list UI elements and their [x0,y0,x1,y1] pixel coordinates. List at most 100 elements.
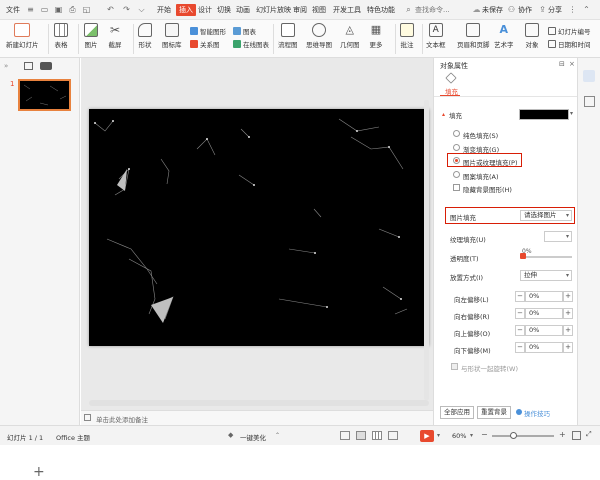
mindmap-button[interactable]: 思维导图 [306,23,332,49]
rotate-with-shape-checkbox[interactable] [451,363,458,370]
offset-left-minus[interactable]: − [515,291,525,302]
properties-icon[interactable] [583,70,595,82]
zoom-dropdown-icon[interactable]: ▾ [470,432,473,439]
texture-fill-select[interactable] [544,231,572,242]
preview-icon[interactable]: ◱ [82,5,91,14]
pin-icon[interactable]: ⊟ [559,60,565,68]
notes-area[interactable]: 单击此处添加备注 [81,410,433,425]
icon-library-button[interactable]: 图标库 [162,23,182,49]
offset-up-input[interactable]: 0% [525,325,563,336]
menu-dropdown-icon[interactable]: ≡ [26,5,35,14]
screenshot-button[interactable]: ✂ 截屏 [108,23,122,49]
more-icon[interactable]: ⋮ [568,5,577,14]
offset-up-minus[interactable]: − [515,325,525,336]
section-collapse-icon[interactable]: ▴ [442,111,445,118]
tab-developer[interactable]: 开发工具 [333,5,361,15]
zoom-slider-knob[interactable] [510,432,517,439]
collapse-panel-icon[interactable]: » [4,62,8,70]
slide[interactable] [89,109,429,346]
add-slide-icon[interactable]: + [33,464,45,480]
offset-right-plus[interactable]: + [563,308,573,319]
collapse-ribbon-icon[interactable]: ⌃ [582,5,591,14]
menu-file[interactable]: 文件 [6,5,20,15]
undo-icon[interactable]: ↶ [106,5,115,14]
redo-icon[interactable]: ↷ [122,5,131,14]
new-slide-button[interactable]: 新建幻灯片 [6,23,39,49]
slide-thumbnail[interactable] [18,79,71,111]
textbox-button[interactable]: A 文本框 [426,23,446,49]
fill-bucket-icon[interactable] [445,72,457,84]
object-button[interactable]: 对象 [525,23,539,49]
format-painter-icon[interactable]: ⌵ [137,5,146,14]
search-command[interactable]: 查找命令... [415,5,450,15]
tab-features[interactable]: 特色功能 [367,5,395,15]
table-button[interactable]: 表格 [54,23,68,49]
transparency-slider-knob[interactable] [520,253,526,259]
relation-graph-button[interactable]: 关系图 [190,39,220,49]
save-icon[interactable]: ▣ [54,5,63,14]
chart-button[interactable]: 图表 [233,26,256,36]
tab-view[interactable]: 视图 [312,5,326,15]
search-icon[interactable]: ⌕ [404,5,413,14]
radio-picture-fill[interactable] [453,157,460,164]
folder-icon[interactable]: ▭ [40,5,49,14]
vertical-scrollbar[interactable] [424,100,429,400]
slide-number-button[interactable]: 幻灯片编号 [548,26,591,36]
tab-transition[interactable]: 切换 [217,5,231,15]
share-button[interactable]: 分享 [548,5,562,15]
wordart-button[interactable]: A 艺术字 [494,23,514,49]
smart-graphic-button[interactable]: 智能图形 [190,26,226,36]
offset-right-minus[interactable]: − [515,308,525,319]
zoom-out-icon[interactable]: − [481,430,488,439]
chevron-up-icon[interactable]: ⌃ [275,432,280,439]
flowchart-button[interactable]: 流程图 [278,23,298,49]
offset-down-input[interactable]: 0% [525,342,563,353]
transparency-slider[interactable] [520,253,572,259]
tab-animation[interactable]: 动画 [236,5,250,15]
shape-button[interactable]: 形状 [138,23,152,49]
placement-select[interactable]: 拉伸 [520,270,572,281]
radio-gradient-fill[interactable] [453,144,460,151]
fullscreen-icon[interactable]: ⤢ [586,430,592,439]
picture-fill-select[interactable]: 请选择图片 [520,210,572,221]
horizontal-scrollbar[interactable] [89,400,429,406]
offset-up-plus[interactable]: + [563,325,573,336]
play-options-icon[interactable]: ▾ [437,432,440,439]
header-footer-button[interactable]: 页眉和页脚 [457,23,490,49]
selection-pane-icon[interactable] [584,96,595,107]
apply-all-button[interactable]: 全部应用 [440,406,474,419]
unsaved-status[interactable]: 未保存 [482,5,503,15]
chevron-down-icon[interactable]: ▾ [570,110,573,117]
close-icon[interactable]: × [569,60,575,68]
offset-left-plus[interactable]: + [563,291,573,302]
offset-right-input[interactable]: 0% [525,308,563,319]
notes-toggle-icon[interactable] [340,431,350,440]
beautify-button[interactable]: 一键美化 [240,432,266,442]
slide-view-icon[interactable] [40,62,52,70]
fill-color-swatch[interactable] [519,109,569,120]
slide-sorter-icon[interactable] [372,431,382,440]
fit-window-icon[interactable] [572,431,581,440]
offset-down-plus[interactable]: + [563,342,573,353]
play-icon[interactable]: ▶ [420,430,434,442]
tab-insert[interactable]: 插入 [176,4,196,16]
normal-view-icon[interactable] [356,431,366,440]
tab-slideshow[interactable]: 幻灯片放映 [256,5,291,15]
hide-bg-checkbox[interactable] [453,184,460,191]
tips-link[interactable]: 操作技巧 [524,408,550,418]
offset-down-minus[interactable]: − [515,342,525,353]
datetime-button[interactable]: 日期和时间 [548,39,591,49]
radio-pattern-fill[interactable] [453,171,460,178]
picture-button[interactable]: 图片 [84,23,98,49]
tab-design[interactable]: 设计 [198,5,212,15]
offset-left-input[interactable]: 0% [525,291,563,302]
comment-button[interactable]: 批注 [400,23,414,49]
tab-home[interactable]: 开始 [157,5,171,15]
tab-review[interactable]: 审阅 [293,5,307,15]
collab-button[interactable]: 协作 [518,5,532,15]
reading-view-icon[interactable] [388,431,398,440]
zoom-level[interactable]: 60% [452,432,466,440]
geometry-button[interactable]: ◬ 几何图 [340,23,360,49]
online-chart-button[interactable]: 在线图表 [233,39,269,49]
outline-view-icon[interactable] [24,62,33,70]
